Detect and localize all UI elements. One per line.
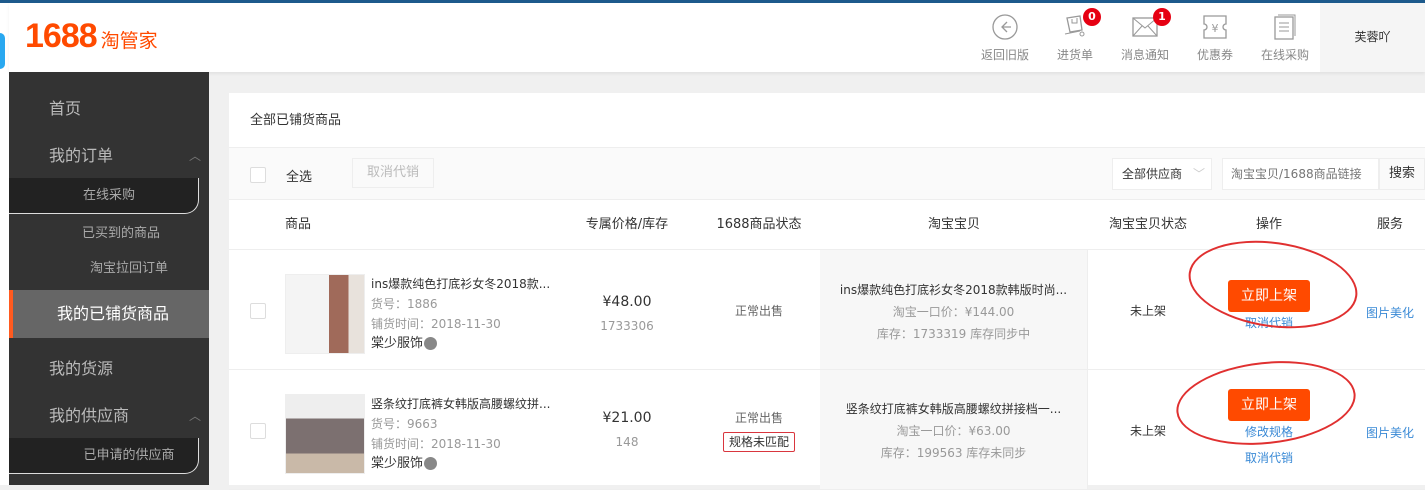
column-header: 专属价格/库存 [585, 217, 669, 232]
chevron-up-icon: ︿ [188, 409, 201, 423]
image-beautify-link[interactable]: 图片美化 [1330, 422, 1425, 444]
select-all-label: 全选 [286, 170, 313, 185]
price-cell: ¥21.00 148 [565, 406, 689, 454]
taobao-title[interactable]: 竖条纹打底裤女韩版高腰螺纹拼接档一... [820, 398, 1087, 420]
sidebar-item-suppliers[interactable]: 我的供应商 ︿ [9, 396, 209, 436]
product-sku: 货号：1886 [371, 297, 438, 311]
product-info: ins爆款纯色打底衫女冬2018款... 货号：1886 铺货时间：2018-1… [371, 274, 561, 354]
taobao-item-cell: 竖条纹打底裤女韩版高腰螺纹拼接档一... 淘宝一口价：¥63.00 库存：19956… [820, 370, 1088, 489]
tool-label: 返回旧版 [980, 48, 1029, 62]
shop-label: 棠少服饰 [371, 336, 424, 351]
chevron-down-icon: ﹀ [1192, 167, 1205, 181]
tool-label: 在线采购 [1260, 48, 1309, 62]
cancel-consign-link[interactable]: 取消代销 [1208, 447, 1330, 469]
supplier-select-value: 全部供应商 [1122, 167, 1183, 181]
taobao-title[interactable]: ins爆款纯色打底衫女冬2018款韩版时尚... [820, 279, 1087, 301]
toolbar: 全选 取消代销 全部供应商 ﹀ 搜索 [229, 148, 1425, 200]
product-info: 竖条纹打底裤女韩版高腰螺纹拼... 货号：9663 铺货时间：2018-11-3… [371, 394, 561, 474]
stock: 1733306 [600, 319, 654, 333]
sidebar-label: 首页 [49, 99, 82, 118]
product-time: 铺货时间：2018-11-30 [371, 437, 501, 451]
logo[interactable]: 1688 淘管家 [25, 17, 158, 56]
cart-icon: 0 [1061, 8, 1101, 40]
supplier-select[interactable]: 全部供应商 ﹀ [1112, 158, 1212, 190]
price: ¥21.00 [602, 410, 652, 426]
service-cell: 图片美化 [1330, 422, 1425, 444]
sidebar-subitem-applied-suppliers[interactable]: 已申请的供应商 [29, 438, 229, 474]
row-checkbox[interactable] [250, 423, 266, 439]
product-thumbnail[interactable] [285, 274, 365, 354]
stock: 148 [615, 435, 639, 449]
logo-number: 1688 [25, 17, 98, 55]
cart-badge: 0 [1083, 8, 1101, 26]
mail-badge: 1 [1153, 8, 1171, 26]
sidebar-subitem-taobao-orders[interactable]: 淘宝拉回订单 [29, 251, 229, 287]
taobao-status: 未上架 [1129, 304, 1166, 318]
user-name[interactable]: 芙蓉吖 [1320, 3, 1425, 72]
shop-name[interactable]: 棠少服饰 [371, 454, 561, 474]
logo-text: 淘管家 [100, 30, 158, 52]
product-thumbnail[interactable] [285, 394, 365, 474]
mail-icon: 1 [1131, 8, 1171, 40]
back-circle-icon [991, 14, 1019, 40]
status-1688-cell: 正常出售 规格未匹配 [699, 406, 819, 454]
product-time: 铺货时间：2018-11-30 [371, 317, 501, 331]
status-1688: 正常出售 [734, 411, 783, 425]
back-old-version-button[interactable]: 返回旧版 [975, 14, 1035, 63]
sidebar-subitem-online-purchase[interactable]: 在线采购 [9, 178, 209, 214]
sidebar-item-home[interactable]: 首页 [9, 89, 209, 129]
shop-label: 棠少服饰 [371, 456, 424, 471]
shop-name[interactable]: 棠少服饰 [371, 334, 561, 354]
coupon-icon: ¥ [1201, 14, 1229, 40]
row-checkbox[interactable] [250, 303, 266, 319]
shop-badge-icon [424, 337, 438, 350]
panel-title: 全部已铺货商品 [229, 93, 1425, 148]
column-header: 淘宝宝贝 [927, 217, 980, 232]
select-all-checkbox[interactable] [250, 167, 266, 183]
messages-button[interactable]: 1 消息通知 [1115, 8, 1175, 63]
sidebar-subitem-bought[interactable]: 已买到的商品 [21, 216, 221, 252]
left-edge [0, 3, 9, 485]
panel-title-text: 全部已铺货商品 [250, 113, 342, 128]
sidebar-label: 我的订单 [49, 146, 114, 165]
online-purchase-button[interactable]: 在线采购 [1255, 14, 1315, 63]
spec-mismatch-tag: 规格未匹配 [722, 432, 795, 452]
sidebar-item-listed-products[interactable]: 我的已铺货商品 [9, 290, 209, 338]
column-header: 服务 [1376, 217, 1403, 232]
product-title[interactable]: ins爆款纯色打底衫女冬2018款... [371, 274, 561, 294]
price: ¥48.00 [602, 294, 652, 310]
price-cell: ¥48.00 1733306 [565, 290, 689, 338]
taobao-stock: 库存：1733319 库存同步中 [876, 327, 1031, 341]
document-icon [1271, 14, 1299, 40]
product-sku: 货号：9663 [371, 417, 438, 431]
chevron-up-icon: ︿ [188, 149, 201, 163]
column-header: 淘宝宝贝状态 [1108, 217, 1187, 232]
search-input[interactable] [1222, 158, 1379, 190]
purchase-list-button[interactable]: 0 进货单 [1045, 8, 1105, 63]
cancel-consign-button[interactable]: 取消代销 [352, 158, 434, 188]
tool-label: 进货单 [1056, 48, 1093, 62]
sidebar-item-sources[interactable]: 我的货源 [9, 349, 209, 389]
status-1688: 正常出售 [734, 304, 783, 318]
taobao-price: 淘宝一口价：¥144.00 [892, 305, 1015, 319]
column-header: 1688商品状态 [716, 217, 802, 232]
tool-label: 优惠券 [1196, 48, 1233, 62]
sidebar-item-orders[interactable]: 我的订单 ︿ [9, 136, 209, 176]
taobao-price: 淘宝一口价：¥63.00 [896, 424, 1011, 438]
sidebar: 首页 我的订单 ︿ 在线采购 已买到的商品 淘宝拉回订单 我的已铺货商品 我的货源… [9, 72, 209, 485]
side-tab-icon [0, 33, 5, 69]
product-title[interactable]: 竖条纹打底裤女韩版高腰螺纹拼... [371, 394, 561, 414]
taobao-stock: 库存：199563 库存未同步 [880, 446, 1027, 460]
tool-label: 消息通知 [1120, 48, 1169, 62]
shop-badge-icon [424, 457, 438, 470]
search-button[interactable]: 搜索 [1379, 158, 1425, 190]
sidebar-label: 我的货源 [49, 359, 114, 378]
taobao-item-cell: ins爆款纯色打底衫女冬2018款韩版时尚... 淘宝一口价：¥144.00 库存：… [820, 250, 1088, 369]
svg-text:¥: ¥ [1212, 22, 1219, 35]
sidebar-label: 我的供应商 [49, 406, 130, 425]
coupons-button[interactable]: ¥ 优惠券 [1185, 14, 1245, 63]
column-header: 商品 [285, 217, 312, 232]
